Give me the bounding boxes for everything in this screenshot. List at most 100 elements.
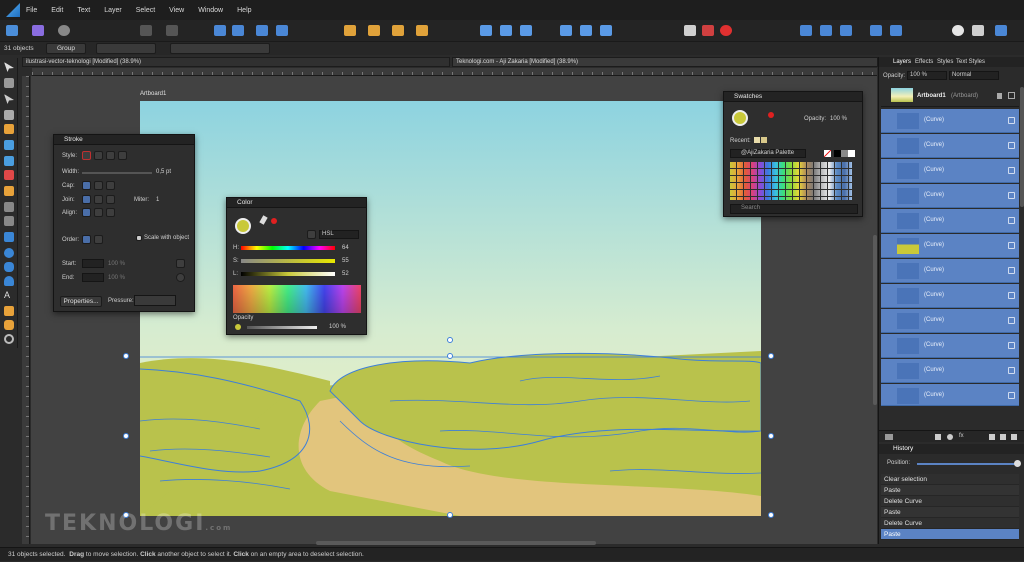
round-cap-icon[interactable]: [94, 181, 103, 190]
move-tool-icon[interactable]: [4, 62, 14, 72]
layer-row[interactable]: (Curve): [881, 184, 1019, 208]
layer-visibility-checkbox[interactable]: [1008, 242, 1015, 249]
assistant-icon[interactable]: [972, 25, 984, 36]
new-layer-icon[interactable]: [989, 434, 995, 440]
selection-handle[interactable]: [768, 353, 774, 359]
selection-handle[interactable]: [768, 433, 774, 439]
horizontal-ruler[interactable]: [32, 68, 877, 76]
transform-icon[interactable]: [140, 25, 152, 36]
layer-visibility-checkbox[interactable]: [1008, 342, 1015, 349]
black-swatch[interactable]: [834, 150, 841, 157]
share-icon[interactable]: [58, 25, 70, 36]
ellipse-tool-icon[interactable]: [4, 248, 14, 258]
red-swatch-icon[interactable]: [271, 218, 277, 224]
history-position-slider[interactable]: [917, 463, 1017, 465]
opacity-slider[interactable]: [247, 326, 317, 329]
layers-scrollbar[interactable]: [1020, 87, 1024, 207]
stroke-behind-icon[interactable]: [82, 235, 91, 244]
transform-origin-button[interactable]: [96, 43, 156, 54]
history-item[interactable]: Paste: [881, 507, 1019, 518]
layer-row[interactable]: (Curve): [881, 309, 1019, 333]
rectangle-tool-icon[interactable]: [4, 232, 14, 242]
round-join-icon[interactable]: [94, 195, 103, 204]
menu-text[interactable]: Text: [77, 7, 90, 14]
menu-window[interactable]: Window: [198, 7, 223, 14]
selection-handle[interactable]: [123, 353, 129, 359]
layers-stack-icon[interactable]: [885, 434, 893, 440]
swatch-current-color[interactable]: [732, 110, 748, 126]
geometry-divide-icon[interactable]: [870, 25, 882, 36]
history-item[interactable]: Delete Curve: [881, 518, 1019, 529]
recent-swatch[interactable]: [754, 137, 760, 143]
layer-row[interactable]: (Curve): [881, 384, 1019, 406]
align-center-stroke-icon[interactable]: [82, 208, 91, 217]
layer-visibility-checkbox[interactable]: [1008, 367, 1015, 374]
layer-row[interactable]: (Curve): [881, 334, 1019, 358]
chat-icon[interactable]: [952, 25, 964, 36]
h-value[interactable]: 64: [342, 245, 349, 251]
visibility-checkbox[interactable]: [1008, 92, 1015, 99]
point-transform-tool-icon[interactable]: [4, 110, 14, 120]
geometry-subtract-icon[interactable]: [820, 25, 832, 36]
menu-edit[interactable]: Edit: [51, 7, 63, 14]
tab-document-2[interactable]: Teknologi.com - Aji Zakaria [Modified] (…: [452, 57, 878, 67]
stroke-panel-title[interactable]: Stroke: [54, 135, 194, 145]
color-panel-title[interactable]: Color: [227, 198, 366, 208]
butt-cap-icon[interactable]: [82, 181, 91, 190]
canvas-horizontal-scrollbar[interactable]: [316, 541, 596, 545]
history-item[interactable]: Delete Curve: [881, 496, 1019, 507]
selection-handle[interactable]: [447, 353, 453, 359]
tab-text-styles[interactable]: Text Styles: [956, 57, 985, 67]
tab-document-1[interactable]: ilustrasi-vector-teknologi [Modified] (3…: [22, 57, 450, 67]
arrange-forward-icon[interactable]: [392, 25, 404, 36]
layer-visibility-checkbox[interactable]: [1008, 267, 1015, 274]
texture-stroke-icon[interactable]: [118, 151, 127, 160]
align-inside-stroke-icon[interactable]: [94, 208, 103, 217]
layer-visibility-checkbox[interactable]: [1008, 317, 1015, 324]
layer-visibility-checkbox[interactable]: [1008, 292, 1015, 299]
artboard-tool-icon[interactable]: [4, 78, 14, 88]
canvas-vertical-scrollbar[interactable]: [873, 235, 877, 405]
selection-handle[interactable]: [447, 512, 453, 518]
rounded-rect-tool-icon[interactable]: [4, 262, 14, 272]
arrow-options-icon[interactable]: [176, 273, 185, 282]
blend-mode-select[interactable]: Normal: [949, 71, 999, 80]
zoom-tool-icon[interactable]: [4, 334, 14, 344]
layer-visibility-checkbox[interactable]: [1008, 192, 1015, 199]
layer-visibility-checkbox[interactable]: [1008, 392, 1015, 399]
layer-row[interactable]: (Curve): [881, 359, 1019, 383]
affinity-designer-logo-icon[interactable]: [6, 3, 20, 17]
crop-tool-icon[interactable]: [4, 216, 14, 226]
swap-arrows-icon[interactable]: [176, 259, 185, 268]
rotation-handle[interactable]: [447, 337, 453, 343]
snap-box-icon[interactable]: [256, 25, 268, 36]
end-arrow-select[interactable]: [82, 273, 104, 282]
tab-styles[interactable]: Styles: [937, 57, 953, 67]
align-outside-stroke-icon[interactable]: [106, 208, 115, 217]
geometry-combine-icon[interactable]: [890, 25, 902, 36]
layer-row[interactable]: (Curve): [881, 134, 1019, 158]
layer-visibility-checkbox[interactable]: [1008, 217, 1015, 224]
width-value[interactable]: 0,5 pt: [156, 169, 171, 175]
hand-tool-icon[interactable]: [4, 320, 14, 330]
lightness-slider[interactable]: [241, 272, 335, 276]
bevel-join-icon[interactable]: [106, 195, 115, 204]
delete-layer-icon[interactable]: [1011, 434, 1017, 440]
history-tab[interactable]: History: [879, 444, 1024, 454]
miter-value[interactable]: 1: [156, 197, 159, 203]
swatches-panel-title[interactable]: Swatches: [724, 92, 862, 102]
adjustment-icon[interactable]: [947, 434, 953, 440]
arrange-front-icon[interactable]: [416, 25, 428, 36]
width-slider[interactable]: [82, 172, 152, 174]
menu-layer[interactable]: Layer: [104, 7, 122, 14]
selection-handle[interactable]: [768, 512, 774, 518]
text-tool-icon[interactable]: A: [4, 290, 14, 300]
l-value[interactable]: 52: [342, 271, 349, 277]
snap-grid-icon[interactable]: [276, 25, 288, 36]
snapping-magnet-icon[interactable]: [720, 25, 732, 36]
group-layer-icon[interactable]: [1000, 434, 1006, 440]
arrange-back-icon[interactable]: [344, 25, 356, 36]
boolean-icon[interactable]: [214, 25, 226, 36]
layer-row[interactable]: (Curve): [881, 284, 1019, 308]
pen-tool-icon[interactable]: [4, 124, 14, 134]
